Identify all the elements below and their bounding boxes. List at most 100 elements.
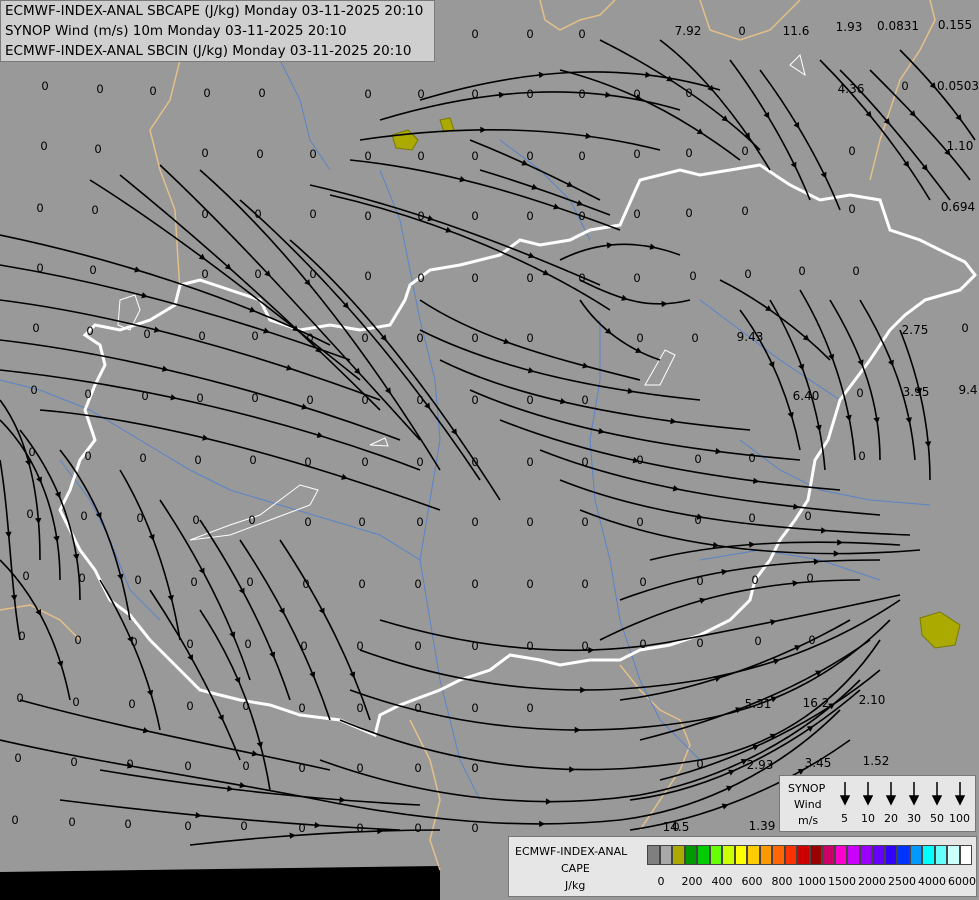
value-label: 0 [201, 267, 208, 281]
value-label: 0 [471, 271, 478, 285]
value-label: 0 [414, 701, 421, 715]
value-label: 0 [364, 87, 371, 101]
value-label: 0 [471, 393, 478, 407]
value-label: 0 [754, 634, 761, 648]
value-label: 0 [149, 84, 156, 98]
wind-speed-20: 20 [884, 812, 898, 825]
value-label: 0 [526, 209, 533, 223]
value-label: 0 [689, 269, 696, 283]
value-label: 0 [28, 445, 35, 459]
value-label: 0 [417, 87, 424, 101]
cape-color-swatch [822, 845, 835, 865]
value-label: 0 [578, 27, 585, 41]
value-label: 0 [694, 452, 701, 466]
value-label: 0 [471, 761, 478, 775]
cape-color-swatch [847, 845, 860, 865]
cape-color-swatch [734, 845, 747, 865]
value-label: 0.694 [941, 200, 975, 214]
cape-color-swatch [659, 845, 672, 865]
value-label: 0 [526, 87, 533, 101]
value-label: 0 [416, 515, 423, 529]
value-label: 0 [240, 819, 247, 833]
value-label: 0 [86, 324, 93, 338]
value-label: 0 [246, 575, 253, 589]
value-label: 0 [416, 331, 423, 345]
value-label: 0 [694, 513, 701, 527]
value-label: 0 [249, 453, 256, 467]
value-label: 0 [192, 513, 199, 527]
value-label: 0 [748, 511, 755, 525]
cape-scale-tick: 6000 [948, 875, 976, 888]
cape-color-swatch [897, 845, 910, 865]
value-label: 0 [256, 147, 263, 161]
value-label: 0 [201, 207, 208, 221]
value-label: 0 [254, 207, 261, 221]
value-label: 0 [244, 637, 251, 651]
cape-color-swatch [934, 845, 947, 865]
value-label: 9.43 [737, 330, 764, 344]
value-label: 0 [298, 701, 305, 715]
value-label: 0 [414, 821, 421, 835]
value-label: 0 [581, 393, 588, 407]
value-label: 0 [741, 144, 748, 158]
value-label: 0 [306, 393, 313, 407]
weather-map[interactable]: 1.7100007.92011.61.930.08310.15500000000… [0, 0, 979, 900]
value-label: 0 [417, 271, 424, 285]
value-label: 0 [89, 263, 96, 277]
value-label: 0 [526, 577, 533, 591]
value-label: 0 [72, 695, 79, 709]
value-label: 0 [134, 573, 141, 587]
value-label: 0 [242, 699, 249, 713]
value-label: 0 [526, 455, 533, 469]
value-label: 0 [143, 327, 150, 341]
value-label: 0 [30, 383, 37, 397]
value-label: 0 [96, 82, 103, 96]
value-label: 0 [11, 813, 18, 827]
value-label: 0 [361, 331, 368, 345]
value-label: 0 [471, 331, 478, 345]
cape-color-swatch [809, 845, 822, 865]
value-label: 0 [636, 453, 643, 467]
value-label: 0 [526, 271, 533, 285]
value-label: 0 [258, 86, 265, 100]
value-label: 0 [416, 393, 423, 407]
cape-scale-tick: 600 [741, 875, 763, 888]
value-label: 0 [201, 146, 208, 160]
cape-color-swatch [922, 845, 935, 865]
cape-scale-tick: 2500 [888, 875, 916, 888]
cape-color-swatch [647, 845, 660, 865]
title-line-cin: ECMWF-INDEX-ANAL SBCIN (J/kg) Monday 03-… [5, 43, 412, 59]
value-label: 0 [741, 204, 748, 218]
value-label: 0 [417, 149, 424, 163]
cape-color-swatch [722, 845, 735, 865]
value-label: 0 [248, 513, 255, 527]
value-label: 0 [633, 147, 640, 161]
value-label: 0 [414, 639, 421, 653]
value-label: 0 [417, 209, 424, 223]
wind-legend-title-3: m/s [798, 814, 819, 827]
cape-scale-tick: 2000 [858, 875, 886, 888]
value-label: 0 [471, 27, 478, 41]
wind-speed-10: 10 [861, 812, 875, 825]
value-label: 6.40 [793, 389, 820, 403]
value-label: 0 [251, 329, 258, 343]
value-label: 0.0503 [937, 79, 979, 93]
value-label: 0 [84, 449, 91, 463]
cape-color-swatch [709, 845, 722, 865]
value-label: 9.4 [958, 383, 977, 397]
value-label: 0 [68, 815, 75, 829]
value-label: 0 [364, 209, 371, 223]
value-label: 0 [300, 639, 307, 653]
value-label: 0 [254, 267, 261, 281]
value-label: 0 [696, 574, 703, 588]
value-label: 0 [581, 577, 588, 591]
value-label: 0 [40, 139, 47, 153]
value-label: 0 [633, 271, 640, 285]
value-label: 2.75 [902, 323, 929, 337]
value-label: 0 [36, 261, 43, 275]
value-label: 0 [198, 329, 205, 343]
value-label: 0 [22, 569, 29, 583]
value-label: 0 [696, 757, 703, 771]
value-label: 0 [356, 761, 363, 775]
value-label: 0 [306, 331, 313, 345]
